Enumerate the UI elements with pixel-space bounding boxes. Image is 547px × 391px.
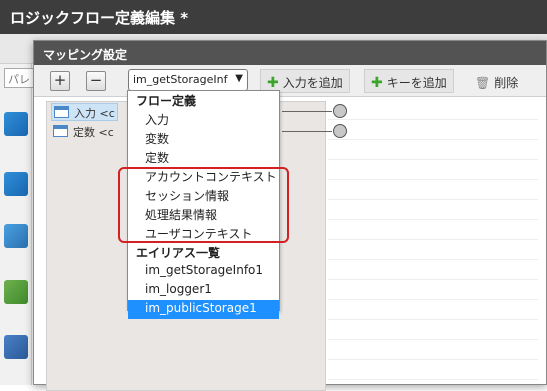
target-row: [328, 161, 538, 180]
target-row: [328, 341, 538, 360]
dropdown-option-selected[interactable]: im_publicStorage1: [128, 300, 279, 319]
dropdown-option[interactable]: 入力: [128, 110, 279, 129]
target-row: [328, 221, 538, 240]
plus-icon: ✚: [267, 75, 279, 91]
palette-arrow-icon[interactable]: [4, 112, 28, 136]
dialog-title: マッピング設定: [34, 41, 546, 65]
target-row: [328, 261, 538, 280]
plus-icon: ✚: [371, 75, 383, 91]
annotation-highlight-box: [118, 167, 289, 243]
target-row: [328, 121, 538, 140]
mapping-line: [282, 111, 332, 112]
dropdown-arrow-icon: ▼: [235, 73, 243, 84]
mapping-area: 入力 <c 定数 <c: [46, 101, 538, 391]
tree-item-input[interactable]: 入力 <c: [51, 103, 118, 121]
expand-button[interactable]: +: [50, 71, 70, 91]
tree-item-constant[interactable]: 定数 <c: [51, 123, 116, 141]
target-row: [328, 321, 538, 340]
palette-database-icon[interactable]: [4, 224, 28, 248]
mapping-dialog: マッピング設定 + − im_getStorageInf ▼ ✚ 入力を追加 ✚ キ…: [33, 40, 547, 391]
target-row: [328, 301, 538, 320]
palette-arrow-icon[interactable]: [4, 172, 28, 196]
dropdown-option[interactable]: im_getStorageInfo1: [128, 262, 279, 281]
delete-button[interactable]: 🗑 削除: [468, 69, 525, 93]
target-row: [328, 281, 538, 300]
target-row: [328, 181, 538, 200]
app-title: ロジックフロー定義編集 *: [0, 0, 547, 34]
mapping-line: [282, 131, 332, 132]
target-row: [328, 361, 538, 380]
object-icon: [53, 125, 68, 137]
dropdown-option[interactable]: im_logger1: [128, 281, 279, 300]
tree-item-label: 定数 <c: [73, 126, 114, 139]
target-row: [328, 101, 538, 120]
dropdown-option[interactable]: 定数: [128, 148, 279, 167]
target-row: [328, 201, 538, 220]
delete-label: 削除: [494, 76, 519, 90]
trash-icon: 🗑: [475, 76, 491, 90]
source-select[interactable]: im_getStorageInf ▼: [128, 69, 248, 91]
target-tree-pane: [328, 101, 538, 391]
add-key-button[interactable]: ✚ キーを追加: [364, 69, 454, 93]
palette-grid-icon[interactable]: [4, 280, 28, 304]
dropdown-group-header: フロー定義: [136, 94, 197, 108]
add-key-label: キーを追加: [386, 76, 447, 90]
palette-info-icon[interactable]: [4, 335, 28, 359]
collapse-button[interactable]: −: [86, 71, 106, 91]
target-row: [328, 141, 538, 160]
dialog-toolbar: + − im_getStorageInf ▼ ✚ 入力を追加 ✚ キーを追加 🗑 削除: [34, 65, 546, 97]
source-select-value: im_getStorageInf: [133, 73, 228, 86]
object-icon: [54, 106, 69, 118]
target-row: [328, 241, 538, 260]
add-input-label: 入力を追加: [282, 76, 343, 90]
dropdown-option[interactable]: 変数: [128, 129, 279, 148]
dropdown-group-header: エイリアス一覧: [136, 246, 221, 260]
tree-item-label: 入力 <c: [74, 107, 115, 120]
